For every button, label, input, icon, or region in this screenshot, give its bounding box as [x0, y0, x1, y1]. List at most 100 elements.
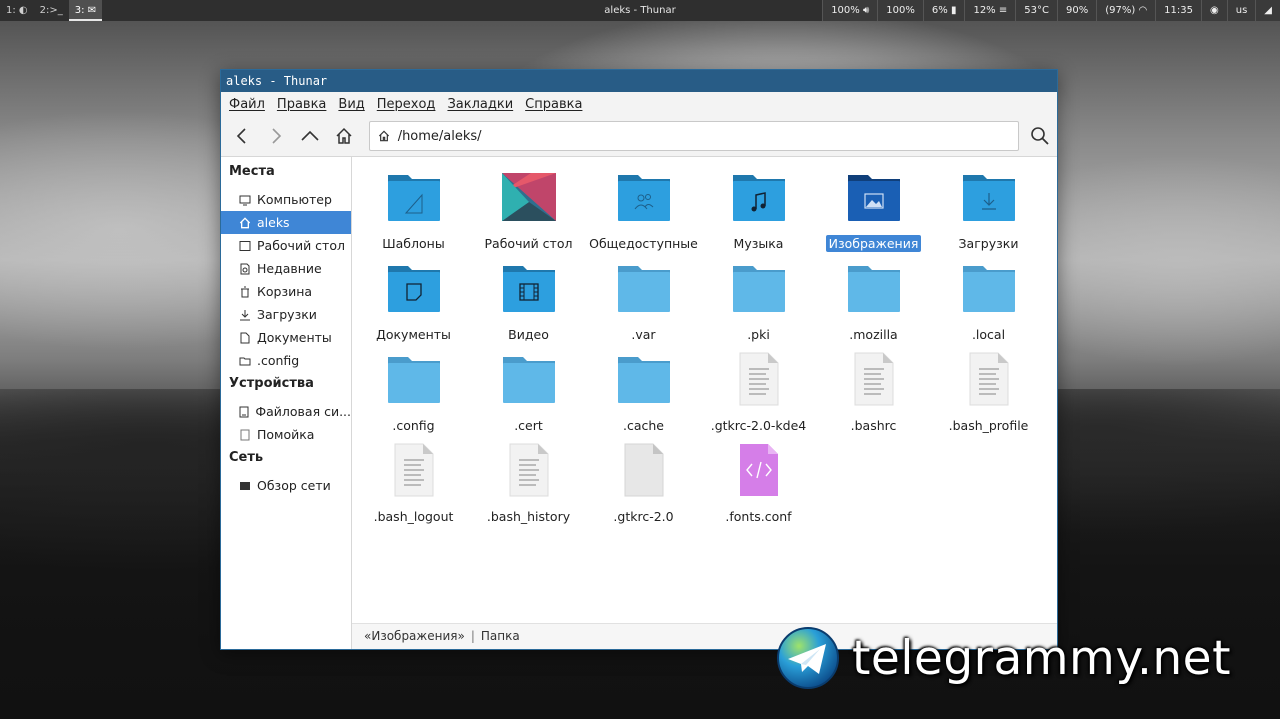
- eye-icon: ◉: [1210, 5, 1219, 16]
- folder-icon: [586, 349, 701, 409]
- workspace-3[interactable]: 3: ✉: [68, 0, 103, 21]
- menu-file[interactable]: Файл: [225, 97, 273, 112]
- file-item-label: Документы: [376, 327, 451, 342]
- brightness-indicator[interactable]: 100%: [877, 0, 923, 21]
- memory-indicator[interactable]: 90%: [1056, 0, 1097, 21]
- file-item[interactable]: Рабочий стол: [471, 167, 586, 252]
- file-item[interactable]: .cache: [586, 349, 701, 434]
- file-item[interactable]: .mozilla: [816, 258, 931, 343]
- file-item[interactable]: .config: [356, 349, 471, 434]
- signal-indicator[interactable]: ◢: [1255, 0, 1280, 21]
- sidebar-item-label: Рабочий стол: [257, 238, 345, 253]
- location-path[interactable]: /home/aleks/: [398, 129, 482, 144]
- clock[interactable]: 11:35: [1155, 0, 1201, 21]
- temperature-indicator[interactable]: 53°C: [1015, 0, 1057, 21]
- up-button[interactable]: [293, 119, 327, 153]
- wifi-icon: ◠: [1138, 5, 1148, 16]
- blank-file-icon: [586, 440, 701, 500]
- file-item[interactable]: .bashrc: [816, 349, 931, 434]
- download-icon: [238, 308, 252, 322]
- file-item[interactable]: .bash_logout: [356, 440, 471, 525]
- sidebar-item-home[interactable]: aleks: [221, 211, 351, 234]
- videos-folder-icon: [471, 258, 586, 318]
- clock-value: 11:35: [1164, 5, 1193, 16]
- keyboard-layout-value: us: [1235, 5, 1248, 16]
- xml-file-icon: [701, 440, 816, 500]
- window-titlebar[interactable]: aleks - Thunar: [221, 70, 1057, 92]
- file-item[interactable]: Загрузки: [931, 167, 1046, 252]
- file-item-label: .cert: [514, 418, 543, 433]
- menu-help[interactable]: Справка: [521, 97, 590, 112]
- location-bar[interactable]: /home/aleks/: [368, 121, 1020, 151]
- sidebar-item-label: Помойка: [257, 427, 315, 442]
- monitor-icon: [238, 193, 252, 207]
- file-item[interactable]: .gtkrc-2.0-kde4: [701, 349, 816, 434]
- watermark: telegrammy.net: [776, 626, 1231, 690]
- sidebar-item-recent[interactable]: Недавние: [221, 257, 351, 280]
- sidebar-item-label: Обзор сети: [257, 478, 331, 493]
- folder-icon: [701, 258, 816, 318]
- downloads-folder-icon: [931, 167, 1046, 227]
- sidebar-item-filesystem[interactable]: Файловая си...: [221, 400, 351, 423]
- forward-button[interactable]: [259, 119, 293, 153]
- back-button[interactable]: [225, 119, 259, 153]
- document-icon: [238, 331, 252, 345]
- file-item[interactable]: .bash_profile: [931, 349, 1046, 434]
- file-item[interactable]: .cert: [471, 349, 586, 434]
- file-item[interactable]: Шаблоны: [356, 167, 471, 252]
- home-button[interactable]: [327, 119, 361, 153]
- telegram-globe-logo-icon: [777, 627, 839, 689]
- documents-folder-icon: [356, 258, 471, 318]
- menu-go[interactable]: Переход: [373, 97, 444, 112]
- menu-edit[interactable]: Правка: [273, 97, 334, 112]
- text-file-icon: [701, 349, 816, 409]
- menu-view[interactable]: Вид: [334, 97, 372, 112]
- workspace-2[interactable]: 2:>_: [34, 0, 69, 21]
- search-button[interactable]: [1023, 119, 1057, 153]
- sidebar-item-downloads[interactable]: Загрузки: [221, 303, 351, 326]
- file-item[interactable]: .local: [931, 258, 1046, 343]
- chevron-left-icon: [236, 128, 246, 144]
- workspace-1[interactable]: 1: ◐: [0, 0, 34, 21]
- keyboard-layout[interactable]: us: [1226, 0, 1256, 21]
- sidebar-item-desktop[interactable]: Рабочий стол: [221, 234, 351, 257]
- folder-icon: [816, 258, 931, 318]
- file-item[interactable]: .pki: [701, 258, 816, 343]
- file-item[interactable]: .var: [586, 258, 701, 343]
- file-item[interactable]: Музыка: [701, 167, 816, 252]
- file-item[interactable]: Видео: [471, 258, 586, 343]
- file-item[interactable]: Общедоступные: [586, 167, 701, 252]
- file-item[interactable]: Документы: [356, 258, 471, 343]
- file-item[interactable]: .fonts.conf: [701, 440, 816, 525]
- menu-bookmarks[interactable]: Закладки: [443, 97, 521, 112]
- file-item-label: .pki: [747, 327, 770, 342]
- battery-indicator[interactable]: 6% ▮: [922, 0, 965, 21]
- cpu-indicator[interactable]: 12% ≡: [964, 0, 1016, 21]
- drive-icon: [238, 428, 252, 442]
- file-item-label: .mozilla: [849, 327, 898, 342]
- sidebar-item-label: Корзина: [257, 284, 313, 299]
- sidebar-item-computer[interactable]: Компьютер: [221, 188, 351, 211]
- file-item[interactable]: .bash_history: [471, 440, 586, 525]
- sidebar-item-documents[interactable]: Документы: [221, 326, 351, 349]
- sidebar-item-network[interactable]: Обзор сети: [221, 474, 351, 497]
- workspace-2-label: 2:>_: [39, 5, 63, 16]
- file-item[interactable]: .gtkrc-2.0: [586, 440, 701, 525]
- sidebar-heading-devices: Устройства: [229, 376, 314, 391]
- sidebar-item-label: Документы: [257, 330, 332, 345]
- file-item-label: .bash_history: [486, 509, 571, 524]
- status-type: Папка: [480, 629, 520, 643]
- sidebar-item-pomoyka[interactable]: Помойка: [221, 423, 351, 446]
- text-file-icon: [931, 349, 1046, 409]
- sidebar-item-label: Файловая си...: [255, 404, 351, 419]
- eye-indicator[interactable]: ◉: [1201, 0, 1227, 21]
- signal-icon: ◢: [1264, 5, 1272, 16]
- file-item[interactable]: Изображения: [816, 167, 931, 252]
- wifi-indicator[interactable]: (97%) ◠: [1096, 0, 1156, 21]
- speaker-icon: 🔊︎: [862, 5, 870, 16]
- volume-indicator[interactable]: 100% 🔊︎: [822, 0, 878, 21]
- sidebar-item-trash[interactable]: Корзина: [221, 280, 351, 303]
- public-folder-icon: [586, 167, 701, 227]
- sidebar-item-config[interactable]: .config: [221, 349, 351, 372]
- file-item-label: Видео: [508, 327, 549, 342]
